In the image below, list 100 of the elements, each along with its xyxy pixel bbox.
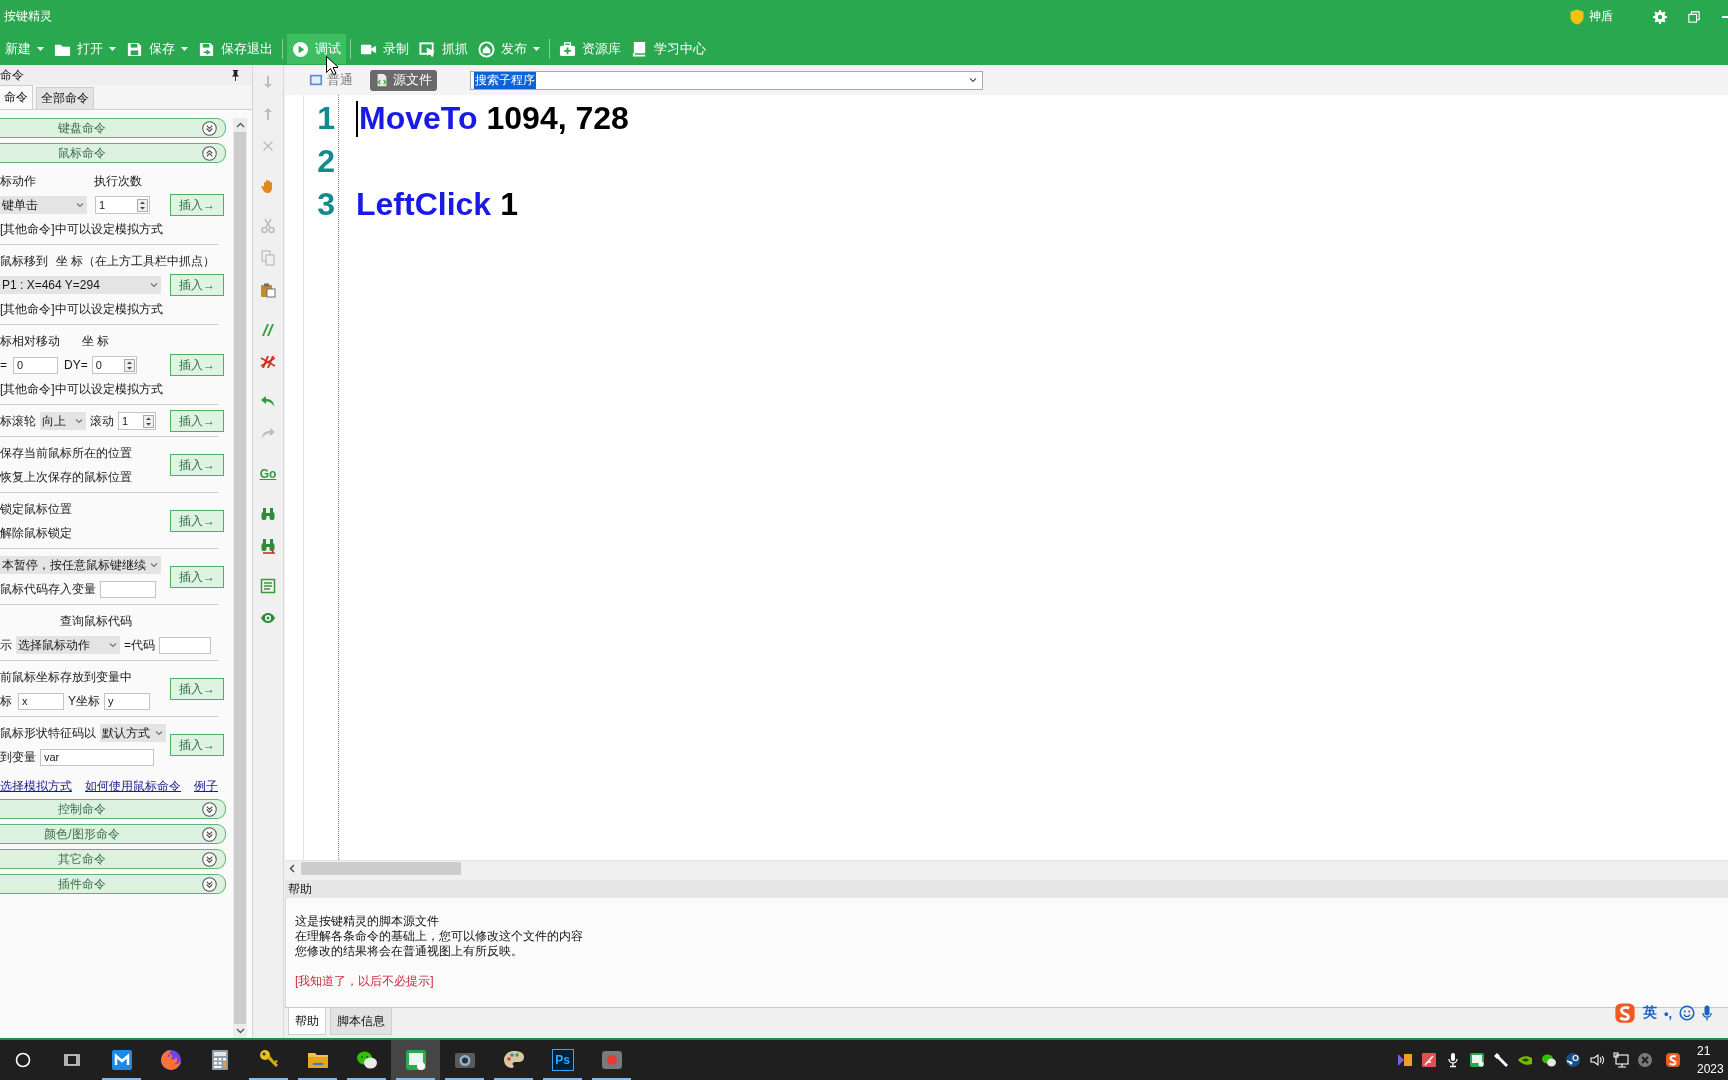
input-field[interactable]: 0 — [13, 356, 58, 374]
swirl-tile-icon[interactable] — [1665, 1052, 1681, 1068]
eye-icon[interactable] — [260, 610, 276, 626]
insert-button[interactable]: 插入→ — [170, 410, 224, 432]
help-link[interactable]: 如何使用鼠标命令 — [85, 777, 181, 795]
input-field[interactable]: x — [18, 692, 64, 710]
usb-stick-icon[interactable] — [1493, 1052, 1509, 1068]
dropdown-field[interactable]: 键单击 — [0, 196, 87, 214]
speaker-icon[interactable] — [1589, 1052, 1605, 1068]
input-field[interactable] — [159, 636, 211, 654]
search-dropdown[interactable]: 搜索子程序 — [470, 70, 983, 90]
help-link[interactable]: 例子 — [194, 777, 218, 795]
help-tab[interactable]: 脚本信息 — [330, 1008, 392, 1035]
play-circle-icon — [292, 40, 309, 58]
category-header[interactable]: 颜色/图形命令 — [0, 824, 226, 844]
go-button[interactable]: Go — [259, 467, 277, 481]
help-tab[interactable]: 帮助 — [288, 1008, 326, 1035]
dropdown-field[interactable]: 向上 — [40, 412, 86, 430]
binoculars-icon[interactable] — [260, 506, 276, 522]
task-view-icon[interactable] — [63, 1052, 80, 1068]
shield-icon — [1570, 8, 1584, 25]
insert-button[interactable]: 插入→ — [170, 510, 224, 532]
spin-field[interactable]: 0 — [91, 356, 137, 374]
label-text: 坐 标（在上方工具栏中抓点） — [56, 252, 216, 270]
insert-button[interactable]: 插入→ — [170, 734, 224, 756]
smiley-icon[interactable] — [1679, 1005, 1696, 1021]
floppy-arrow-icon — [198, 40, 215, 58]
shield-button[interactable]: 神盾 — [1570, 8, 1613, 25]
insert-button[interactable]: 插入→ — [170, 678, 224, 700]
toolbar-button[interactable]: 发布 — [473, 34, 545, 64]
panel-tab[interactable]: 全部命令 — [36, 87, 94, 109]
toolbar-button[interactable]: 资源库 — [554, 34, 626, 64]
ring-icon[interactable] — [15, 1052, 31, 1068]
scroll-down-icon[interactable] — [235, 1028, 245, 1034]
dismiss-link[interactable]: [我知道了，以后不必提示] — [295, 974, 434, 988]
toolbar-button[interactable]: 学习中心 — [626, 34, 711, 64]
toolbar-button[interactable]: 保存退出 — [193, 34, 278, 64]
toolbar-button[interactable]: 新建 — [0, 34, 49, 64]
spin-field[interactable]: 1 — [118, 412, 156, 430]
split-tile-icon[interactable] — [1397, 1052, 1413, 1068]
case-plus-icon — [559, 40, 576, 58]
category-header[interactable]: 鼠标命令 — [0, 143, 226, 163]
dropdown-field[interactable]: P1 : X=464 Y=294 — [0, 276, 161, 294]
chat-bubbles-icon[interactable] — [1541, 1052, 1557, 1068]
pin-icon[interactable] — [231, 69, 240, 81]
spin-arrows-icon[interactable] — [143, 414, 154, 428]
close-circle-icon[interactable] — [1637, 1052, 1653, 1068]
insert-button[interactable]: 插入→ — [170, 566, 224, 588]
insert-button[interactable]: 插入→ — [170, 274, 224, 296]
scrollbar[interactable] — [285, 860, 1728, 876]
view-tab[interactable]: 源文件 — [370, 69, 437, 91]
insert-button[interactable]: 插入→ — [170, 454, 224, 476]
double-slash-icon[interactable] — [260, 322, 276, 338]
spin-arrows-icon[interactable] — [123, 358, 135, 372]
input-mode-toggle[interactable]: 英 — [1643, 1004, 1657, 1022]
dropdown-field[interactable]: 选择鼠标动作 — [16, 636, 120, 654]
restore-icon[interactable] — [1688, 10, 1700, 23]
spin-field[interactable]: 1 — [95, 196, 150, 214]
scrollbar-thumb[interactable] — [301, 862, 461, 875]
spin-arrows-icon[interactable] — [137, 198, 148, 212]
punctuation-toggle[interactable]: •, — [1664, 1005, 1673, 1021]
insert-button[interactable]: 插入→ — [170, 354, 224, 376]
network-monitor-icon[interactable] — [1613, 1052, 1629, 1068]
toolbar-button[interactable]: 录制 — [355, 34, 414, 64]
category-header[interactable]: 控制命令 — [0, 799, 226, 819]
minimize-icon[interactable] — [1722, 15, 1728, 18]
label-text: 标动作 — [0, 172, 37, 190]
input-field[interactable] — [100, 580, 156, 598]
dropdown-field[interactable]: 默认方式 — [100, 724, 166, 742]
scroll-up-icon[interactable] — [235, 122, 245, 128]
label-text: DY= — [64, 358, 88, 372]
category-header[interactable]: 键盘命令 — [0, 118, 226, 138]
taskbar-button[interactable] — [391, 1040, 440, 1080]
input-field[interactable]: y — [104, 692, 150, 710]
panel-tab[interactable]: 命令 — [0, 85, 33, 109]
piston-disc-icon[interactable] — [1565, 1052, 1581, 1068]
dropdown-field[interactable]: 本暂停，按任意鼠标键继续 — [0, 556, 161, 574]
tile-logo-icon — [109, 1048, 134, 1072]
help-link[interactable]: 选择模拟方式 — [0, 777, 72, 795]
scroll-left-icon[interactable] — [289, 864, 295, 873]
label-text: 鼠标形状特征码以 — [0, 724, 96, 742]
binoculars-arrow-icon[interactable] — [260, 538, 276, 554]
scrollbar[interactable] — [233, 118, 247, 1038]
settings-icon[interactable] — [1653, 9, 1667, 24]
chevron-down-icon — [149, 280, 159, 290]
toolbar-button[interactable]: 抓抓 — [414, 34, 473, 64]
insert-button[interactable]: 插入→ — [170, 194, 224, 216]
crossed-slashes-icon[interactable] — [260, 354, 276, 370]
screen-picture-icon[interactable] — [1469, 1052, 1485, 1068]
chevron-down-icon — [75, 200, 85, 210]
feather-tile-icon[interactable] — [1421, 1052, 1437, 1068]
category-header[interactable]: 插件命令 — [0, 874, 226, 894]
scrollbar-thumb[interactable] — [234, 132, 246, 1024]
category-header[interactable]: 其它命令 — [0, 849, 226, 869]
list-window-icon[interactable] — [260, 578, 276, 594]
clipboard-icon[interactable] — [260, 282, 276, 298]
microphone-icon[interactable] — [1445, 1052, 1461, 1068]
toolbar-button[interactable]: 保存 — [121, 34, 193, 64]
toolbar-button[interactable]: 打开 — [49, 34, 121, 64]
input-field[interactable]: var — [40, 748, 154, 766]
